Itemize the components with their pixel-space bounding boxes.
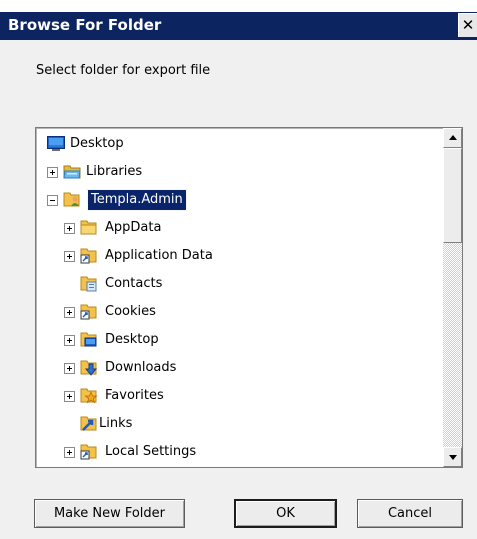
- tree-item-label[interactable]: Contacts: [102, 274, 165, 294]
- tree-item-label[interactable]: Downloads: [102, 358, 179, 378]
- title-bar[interactable]: Browse For Folder ✕: [0, 12, 477, 40]
- shortcut-folder-icon: [80, 444, 97, 460]
- desktop-folder-icon: [80, 332, 97, 347]
- arrow-up-icon: [449, 135, 457, 140]
- window-title: Browse For Folder: [8, 16, 162, 34]
- tree-item-label[interactable]: AppData: [102, 218, 164, 238]
- tree-item[interactable]: Templa.Admin: [36, 189, 436, 213]
- expand-button[interactable]: [64, 335, 75, 346]
- ok-button[interactable]: OK: [234, 499, 337, 528]
- close-icon: ✕: [461, 16, 475, 34]
- collapse-button[interactable]: [47, 195, 58, 206]
- tree-item-label[interactable]: Libraries: [83, 162, 145, 182]
- tree-item[interactable]: Application Data: [36, 245, 436, 269]
- scrollbar-thumb[interactable]: [443, 148, 462, 243]
- folder-tree[interactable]: Desktop Libraries Templa.Admin AppData A…: [35, 127, 463, 468]
- expand-button[interactable]: [64, 251, 75, 262]
- tree-item[interactable]: Downloads: [36, 357, 436, 381]
- libraries-icon: [63, 165, 81, 179]
- top-strip: [0, 0, 477, 12]
- user-folder-icon: [63, 192, 80, 207]
- tree-item[interactable]: Favorites: [36, 385, 436, 409]
- tree-item-label[interactable]: Local Settings: [102, 442, 199, 462]
- tree-item-label[interactable]: Templa.Admin: [87, 189, 187, 211]
- tree-item[interactable]: Cookies: [36, 301, 436, 325]
- expand-button[interactable]: [64, 391, 75, 402]
- shortcut-folder-icon: [80, 304, 97, 320]
- folder-icon: [80, 220, 97, 235]
- vertical-scrollbar[interactable]: [443, 128, 462, 467]
- expand-button[interactable]: [64, 447, 75, 458]
- contacts-folder-icon: [80, 276, 97, 292]
- tree-item-label[interactable]: Cookies: [102, 302, 159, 322]
- tree-item-label[interactable]: Application Data: [102, 246, 216, 266]
- tree-item[interactable]: AppData: [36, 217, 436, 241]
- downloads-folder-icon: [80, 360, 98, 376]
- tree-item[interactable]: Desktop: [36, 329, 436, 353]
- arrow-down-icon: [449, 455, 457, 460]
- instruction-text: Select folder for export file: [36, 63, 211, 78]
- tree-item[interactable]: Desktop: [36, 133, 436, 157]
- tree-item-label[interactable]: Desktop: [102, 330, 162, 350]
- close-button[interactable]: ✕: [458, 13, 477, 37]
- tree-item-label[interactable]: Links: [96, 414, 135, 434]
- shortcut-folder-icon: [80, 248, 97, 264]
- tree-item[interactable]: Libraries: [36, 161, 436, 185]
- scroll-up-button[interactable]: [443, 128, 462, 148]
- expand-button[interactable]: [64, 307, 75, 318]
- browse-for-folder-dialog: Browse For Folder ✕ Select folder for ex…: [0, 0, 477, 539]
- scroll-down-button[interactable]: [443, 447, 462, 467]
- tree-item-label[interactable]: Favorites: [102, 386, 167, 406]
- cancel-button[interactable]: Cancel: [357, 499, 463, 528]
- tree-item[interactable]: Links: [36, 413, 436, 437]
- expand-button[interactable]: [47, 167, 58, 178]
- tree-item[interactable]: Contacts: [36, 273, 436, 297]
- favorites-folder-icon: [80, 388, 98, 404]
- tree-item-label[interactable]: Desktop: [67, 134, 127, 154]
- expand-button[interactable]: [64, 363, 75, 374]
- desktop-icon: [47, 136, 65, 151]
- tree-item[interactable]: Local Settings: [36, 441, 436, 465]
- make-new-folder-button[interactable]: Make New Folder: [34, 499, 185, 528]
- expand-button[interactable]: [64, 223, 75, 234]
